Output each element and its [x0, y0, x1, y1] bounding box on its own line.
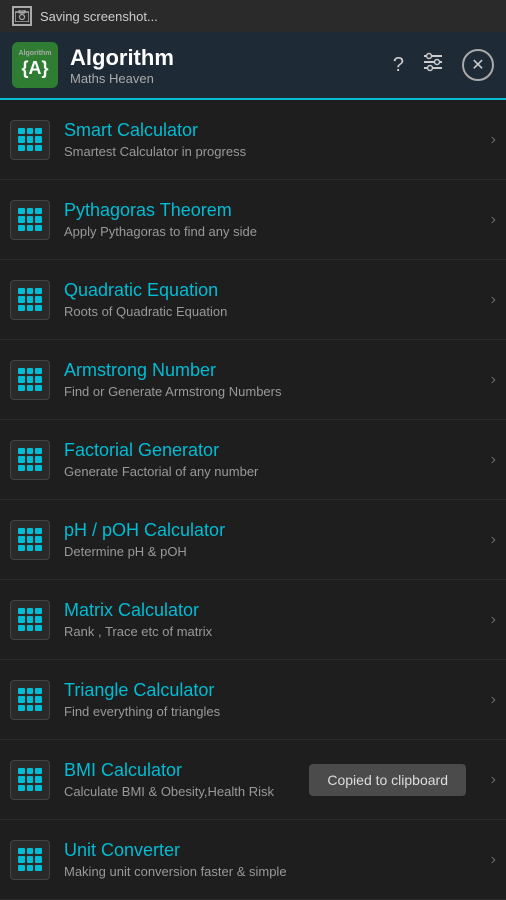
app-header: Algorithm {A} Algorithm Maths Heaven ? ✕ [0, 32, 506, 100]
item-title-matrix-calculator: Matrix Calculator [64, 600, 483, 621]
item-arrow-quadratic-equation: › [491, 291, 496, 309]
list-item-quadratic-equation[interactable]: Quadratic Equation Roots of Quadratic Eq… [0, 260, 506, 340]
item-content-armstrong-number: Armstrong Number Find or Generate Armstr… [64, 360, 483, 399]
item-title-armstrong-number: Armstrong Number [64, 360, 483, 381]
calc-grid-icon [18, 448, 42, 472]
item-icon-matrix-calculator [10, 600, 50, 640]
item-subtitle-factorial-generator: Generate Factorial of any number [64, 464, 483, 479]
status-text: Saving screenshot... [40, 9, 158, 24]
item-title-factorial-generator: Factorial Generator [64, 440, 483, 461]
item-arrow-unit-converter: › [491, 851, 496, 869]
calc-grid-icon [18, 528, 42, 552]
app-logo: Algorithm {A} [12, 42, 58, 88]
list-item-pythagoras-theorem[interactable]: Pythagoras Theorem Apply Pythagoras to f… [0, 180, 506, 260]
item-subtitle-quadratic-equation: Roots of Quadratic Equation [64, 304, 483, 319]
item-title-triangle-calculator: Triangle Calculator [64, 680, 483, 701]
item-icon-armstrong-number [10, 360, 50, 400]
list-item-armstrong-number[interactable]: Armstrong Number Find or Generate Armstr… [0, 340, 506, 420]
item-content-unit-converter: Unit Converter Making unit conversion fa… [64, 840, 483, 879]
list-item-bmi-calculator[interactable]: BMI Calculator Calculate BMI & Obesity,H… [0, 740, 506, 820]
item-title-unit-converter: Unit Converter [64, 840, 483, 861]
item-content-pythagoras-theorem: Pythagoras Theorem Apply Pythagoras to f… [64, 200, 483, 239]
item-content-matrix-calculator: Matrix Calculator Rank , Trace etc of ma… [64, 600, 483, 639]
help-icon[interactable]: ? [393, 54, 404, 77]
item-subtitle-triangle-calculator: Find everything of triangles [64, 704, 483, 719]
item-arrow-ph-poh-calculator: › [491, 531, 496, 549]
item-icon-triangle-calculator [10, 680, 50, 720]
app-title-block: Algorithm Maths Heaven [70, 45, 381, 86]
item-title-quadratic-equation: Quadratic Equation [64, 280, 483, 301]
settings-icon[interactable] [422, 52, 444, 78]
screenshot-icon [12, 6, 32, 26]
item-icon-unit-converter [10, 840, 50, 880]
item-arrow-factorial-generator: › [491, 451, 496, 469]
item-icon-pythagoras-theorem [10, 200, 50, 240]
item-content-smart-calculator: Smart Calculator Smartest Calculator in … [64, 120, 483, 159]
item-title-smart-calculator: Smart Calculator [64, 120, 483, 141]
list-item-triangle-calculator[interactable]: Triangle Calculator Find everything of t… [0, 660, 506, 740]
item-icon-ph-poh-calculator [10, 520, 50, 560]
item-arrow-pythagoras-theorem: › [491, 211, 496, 229]
clipboard-toast: Copied to clipboard [309, 764, 466, 796]
header-actions: ? ✕ [393, 49, 494, 81]
calc-grid-icon [18, 208, 42, 232]
item-content-quadratic-equation: Quadratic Equation Roots of Quadratic Eq… [64, 280, 483, 319]
item-subtitle-smart-calculator: Smartest Calculator in progress [64, 144, 483, 159]
list-item-factorial-generator[interactable]: Factorial Generator Generate Factorial o… [0, 420, 506, 500]
item-icon-factorial-generator [10, 440, 50, 480]
item-subtitle-pythagoras-theorem: Apply Pythagoras to find any side [64, 224, 483, 239]
item-arrow-triangle-calculator: › [491, 691, 496, 709]
item-icon-smart-calculator [10, 120, 50, 160]
status-bar: Saving screenshot... [0, 0, 506, 32]
item-icon-quadratic-equation [10, 280, 50, 320]
item-subtitle-unit-converter: Making unit conversion faster & simple [64, 864, 483, 879]
item-content-ph-poh-calculator: pH / pOH Calculator Determine pH & pOH [64, 520, 483, 559]
calc-grid-icon [18, 128, 42, 152]
calc-grid-icon [18, 848, 42, 872]
calc-grid-icon [18, 688, 42, 712]
list-item-ph-poh-calculator[interactable]: pH / pOH Calculator Determine pH & pOH › [0, 500, 506, 580]
calc-grid-icon [18, 288, 42, 312]
close-icon: ✕ [471, 55, 484, 75]
list-item-unit-converter[interactable]: Unit Converter Making unit conversion fa… [0, 820, 506, 900]
item-title-pythagoras-theorem: Pythagoras Theorem [64, 200, 483, 221]
list-item-matrix-calculator[interactable]: Matrix Calculator Rank , Trace etc of ma… [0, 580, 506, 660]
calc-grid-icon [18, 368, 42, 392]
item-content-factorial-generator: Factorial Generator Generate Factorial o… [64, 440, 483, 479]
logo-bracket: {A} [21, 58, 48, 80]
item-icon-bmi-calculator [10, 760, 50, 800]
item-subtitle-ph-poh-calculator: Determine pH & pOH [64, 544, 483, 559]
list-item-smart-calculator[interactable]: Smart Calculator Smartest Calculator in … [0, 100, 506, 180]
item-arrow-matrix-calculator: › [491, 611, 496, 629]
item-arrow-smart-calculator: › [491, 131, 496, 149]
item-title-ph-poh-calculator: pH / pOH Calculator [64, 520, 483, 541]
calc-grid-icon [18, 768, 42, 792]
item-subtitle-armstrong-number: Find or Generate Armstrong Numbers [64, 384, 483, 399]
close-button[interactable]: ✕ [462, 49, 494, 81]
item-arrow-bmi-calculator: › [491, 771, 496, 789]
item-arrow-armstrong-number: › [491, 371, 496, 389]
app-subtitle: Maths Heaven [70, 71, 381, 86]
app-title: Algorithm [70, 45, 381, 71]
item-subtitle-matrix-calculator: Rank , Trace etc of matrix [64, 624, 483, 639]
menu-list: Smart Calculator Smartest Calculator in … [0, 100, 506, 900]
item-content-triangle-calculator: Triangle Calculator Find everything of t… [64, 680, 483, 719]
calc-grid-icon [18, 608, 42, 632]
